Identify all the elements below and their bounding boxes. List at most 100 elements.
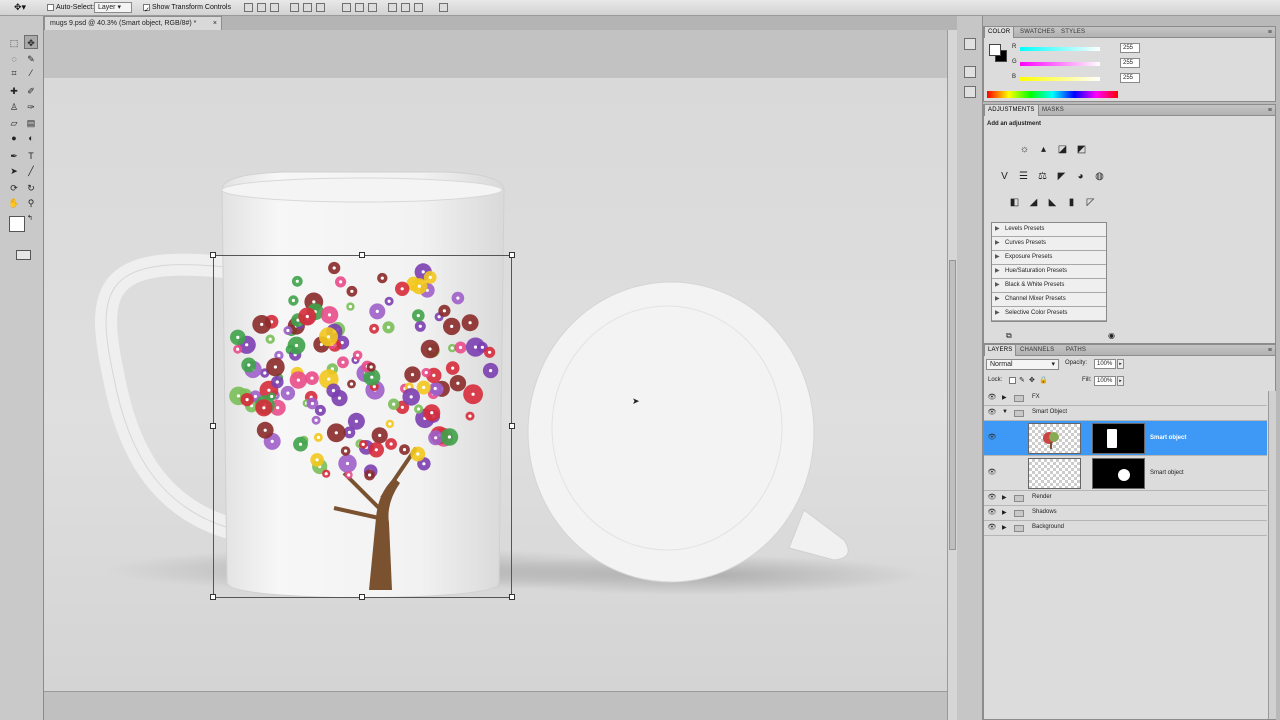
layer-group-render[interactable]: 👁 ▶ Render: [984, 491, 1267, 506]
quick-mask-icon[interactable]: [16, 250, 31, 260]
close-document-icon[interactable]: ×: [213, 17, 217, 30]
layer-thumbnail[interactable]: [1028, 423, 1081, 454]
vibrance-icon[interactable]: V: [997, 169, 1012, 184]
tab-styles[interactable]: STYLES: [1058, 27, 1088, 38]
list-item[interactable]: Curves Presets: [992, 237, 1106, 251]
tab-paths[interactable]: PATHS: [1063, 345, 1089, 356]
expand-arrow-icon[interactable]: ▶: [1002, 509, 1007, 516]
fill-dropdown-icon[interactable]: ▸: [1117, 376, 1124, 386]
pen-tool-icon[interactable]: ✒: [7, 149, 21, 163]
collapse-arrow-icon[interactable]: ▼: [1002, 409, 1008, 415]
dodge-tool-icon[interactable]: ◐: [24, 131, 38, 145]
align-bottom-icon[interactable]: [270, 3, 279, 12]
threshold-icon[interactable]: ◣: [1045, 195, 1060, 210]
green-value[interactable]: 255: [1120, 58, 1140, 68]
brush-tool-icon[interactable]: ✐: [24, 84, 38, 98]
align-left-icon[interactable]: [290, 3, 299, 12]
zoom-tool-icon[interactable]: ⚲: [24, 196, 38, 210]
auto-select-dropdown[interactable]: Layer ▾: [94, 2, 132, 13]
crop-tool-icon[interactable]: ⌗: [7, 66, 21, 80]
history-brush-tool-icon[interactable]: ✑: [24, 100, 38, 114]
transform-handle-top-right[interactable]: [509, 252, 515, 258]
type-tool-icon[interactable]: T: [24, 149, 38, 163]
document-tab[interactable]: mugs 9.psd @ 40.3% (Smart object, RGB/8#…: [44, 16, 222, 30]
align-right-icon[interactable]: [316, 3, 325, 12]
gradient-tool-icon[interactable]: ▤: [24, 116, 38, 130]
visibility-eye-icon[interactable]: 👁: [987, 523, 997, 533]
lock-image-icon[interactable]: ✎: [1019, 376, 1025, 384]
auto-align-icon[interactable]: [439, 3, 448, 12]
channel-mixer-icon[interactable]: ◍: [1092, 169, 1107, 184]
transform-bounding-box[interactable]: [213, 255, 512, 598]
brightness-contrast-icon[interactable]: ☼: [1017, 142, 1032, 157]
show-transform-checkbox[interactable]: ✓ Show Transform Controls: [143, 2, 231, 14]
list-item[interactable]: Hue/Saturation Presets: [992, 265, 1106, 279]
layer-thumbnail[interactable]: [1028, 458, 1081, 489]
tab-color[interactable]: COLOR: [984, 27, 1015, 38]
list-item[interactable]: Exposure Presets: [992, 251, 1106, 265]
tab-adjustments[interactable]: ADJUSTMENTS: [984, 105, 1039, 116]
hue-saturation-icon[interactable]: ☰: [1016, 169, 1031, 184]
lock-transparent-icon[interactable]: [1009, 377, 1016, 384]
3d-rotate-tool-icon[interactable]: ⟳: [7, 181, 21, 195]
color-spectrum-ramp[interactable]: [987, 91, 1118, 98]
lock-all-icon[interactable]: 🔒: [1039, 376, 1048, 384]
red-track[interactable]: [1020, 47, 1100, 51]
green-track[interactable]: [1020, 62, 1100, 66]
canvas-area[interactable]: ➤: [44, 30, 947, 720]
visibility-eye-icon[interactable]: 👁: [987, 433, 997, 443]
blue-track[interactable]: [1020, 77, 1100, 81]
opacity-field[interactable]: 100%: [1094, 359, 1116, 369]
color-balance-icon[interactable]: ⚖: [1035, 169, 1050, 184]
posterize-icon[interactable]: ◢: [1026, 195, 1041, 210]
transform-handle-right[interactable]: [509, 423, 515, 429]
layer-group-shadows[interactable]: 👁 ▶ Shadows: [984, 506, 1267, 521]
layer-row-smart-object-selected[interactable]: 👁 Smart object: [984, 421, 1267, 456]
visibility-eye-icon[interactable]: 👁: [987, 393, 997, 403]
transform-handle-bottom-right[interactable]: [509, 594, 515, 600]
visibility-eye-icon[interactable]: 👁: [987, 493, 997, 503]
distribute-bottom-icon[interactable]: [368, 3, 377, 12]
transform-handle-top-left[interactable]: [210, 252, 216, 258]
list-item[interactable]: Channel Mixer Presets: [992, 293, 1106, 307]
tab-swatches[interactable]: SWATCHES: [1017, 27, 1058, 38]
gradient-map-icon[interactable]: ▮: [1064, 195, 1079, 210]
align-hcenter-icon[interactable]: [303, 3, 312, 12]
layer-group-background[interactable]: 👁 ▶ Background: [984, 521, 1267, 536]
adjustments-footer-icon[interactable]: ◉: [1108, 331, 1115, 340]
move-tool-icon[interactable]: ✥▾: [14, 2, 26, 13]
visibility-eye-icon[interactable]: 👁: [987, 468, 997, 478]
curves-icon[interactable]: ◪: [1055, 142, 1070, 157]
expand-arrow-icon[interactable]: ▶: [1002, 394, 1007, 401]
expand-arrow-icon[interactable]: ▶: [1002, 494, 1007, 501]
eraser-tool-icon[interactable]: ▱: [7, 116, 21, 130]
auto-select-checkbox[interactable]: Auto-Select:: [47, 2, 94, 13]
distribute-vcenter-icon[interactable]: [355, 3, 364, 12]
selective-color-icon[interactable]: ◸: [1083, 195, 1098, 210]
layer-group-fx[interactable]: 👁 ▶ FX: [984, 391, 1267, 406]
foreground-swatch[interactable]: [989, 44, 1001, 56]
opacity-dropdown-icon[interactable]: ▸: [1117, 359, 1124, 369]
distribute-right-icon[interactable]: [414, 3, 423, 12]
list-item[interactable]: Black & White Presets: [992, 279, 1106, 293]
levels-icon[interactable]: ▴: [1036, 142, 1051, 157]
visibility-eye-icon[interactable]: 👁: [987, 508, 997, 518]
tab-masks[interactable]: MASKS: [1039, 105, 1067, 116]
blend-mode-dropdown[interactable]: Normal ▾: [986, 359, 1059, 370]
scrollbar-thumb[interactable]: [949, 260, 956, 550]
exposure-icon[interactable]: ◩: [1074, 142, 1089, 157]
layer-row-smart-object[interactable]: 👁 Smart object: [984, 456, 1267, 491]
transform-handle-top[interactable]: [359, 252, 365, 258]
move-tool-icon[interactable]: ✥: [24, 35, 38, 49]
layer-mask-thumbnail[interactable]: [1092, 458, 1145, 489]
fill-field[interactable]: 100%: [1094, 376, 1116, 386]
panel-menu-icon[interactable]: ≡: [1268, 347, 1272, 354]
expand-arrow-icon[interactable]: ▶: [1002, 524, 1007, 531]
swap-colors-icon[interactable]: ↰: [27, 214, 33, 222]
blue-value[interactable]: 255: [1120, 73, 1140, 83]
vertical-scrollbar[interactable]: [947, 30, 957, 720]
panel-menu-icon[interactable]: ≡: [1268, 29, 1272, 36]
path-select-tool-icon[interactable]: ➤: [7, 164, 21, 178]
distribute-hcenter-icon[interactable]: [401, 3, 410, 12]
red-value[interactable]: 255: [1120, 43, 1140, 53]
